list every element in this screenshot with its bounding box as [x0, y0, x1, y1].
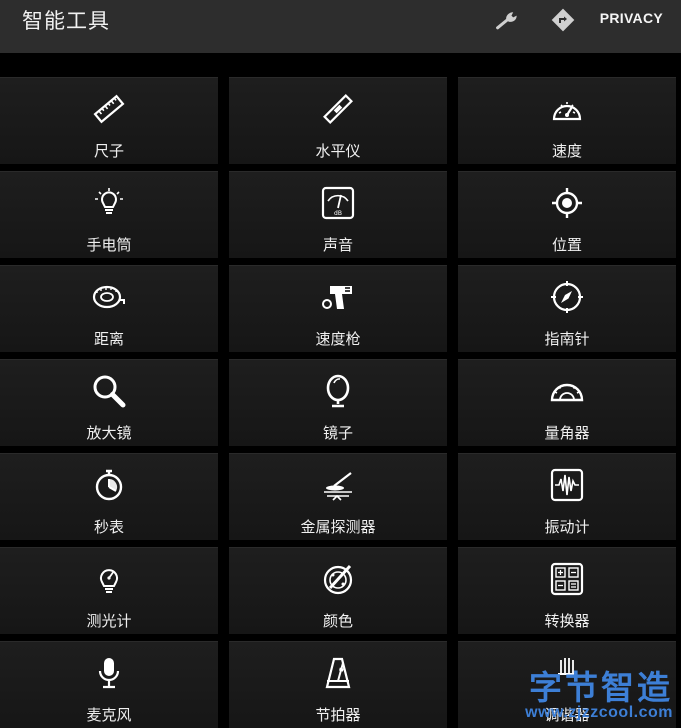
- tool-label: 量角器: [544, 424, 590, 442]
- tool-label: 节拍器: [315, 706, 361, 724]
- protractor-icon: [550, 383, 584, 402]
- mirror-icon: [326, 374, 350, 408]
- tool-label: 声音: [322, 236, 353, 254]
- tool-label: 转换器: [544, 612, 590, 630]
- metal-detector-icon: [324, 472, 352, 501]
- tool-distance[interactable]: 距离: [0, 265, 218, 352]
- tool-label: 金属探测器: [300, 518, 376, 536]
- tool-stopwatch[interactable]: 秒表: [0, 453, 218, 540]
- tool-vibrometer[interactable]: 振动计: [458, 453, 676, 540]
- ruler-icon: [93, 94, 125, 124]
- tool-ruler[interactable]: 尺子: [0, 77, 218, 164]
- vibrometer-icon: [550, 468, 584, 502]
- tool-label: 水平仪: [315, 142, 361, 160]
- speedometer-icon: [552, 102, 582, 121]
- tool-location[interactable]: 位置: [458, 171, 676, 258]
- speed-gun-icon: [322, 286, 352, 309]
- tool-label: 麦克风: [86, 706, 132, 724]
- sound-meter-icon: dB: [321, 186, 355, 220]
- watermark-title: 字节智造: [529, 669, 673, 706]
- tool-label: 尺子: [93, 142, 124, 160]
- tool-label: 颜色: [322, 612, 353, 630]
- tool-protractor[interactable]: 量角器: [458, 359, 676, 446]
- magnifier-icon: [93, 375, 126, 408]
- location-target-icon: [552, 188, 582, 218]
- tool-mirror[interactable]: 镜子: [229, 359, 447, 446]
- stopwatch-icon: [95, 469, 123, 501]
- tool-label: 秒表: [93, 518, 124, 536]
- tool-label: 位置: [551, 236, 582, 254]
- tool-label: 指南针: [544, 330, 590, 348]
- color-icon: [323, 564, 353, 595]
- watermark-url: www.zjzzcool.com: [525, 704, 673, 721]
- converter-icon: [550, 562, 584, 596]
- compass-icon: [551, 281, 583, 313]
- tool-speed[interactable]: 速度: [458, 77, 676, 164]
- tool-label: 振动计: [544, 518, 590, 536]
- tool-light-meter[interactable]: 测光计: [0, 547, 218, 634]
- light-meter-icon: [100, 569, 118, 593]
- tool-label: 速度: [551, 142, 582, 160]
- tool-converter[interactable]: 转换器: [458, 547, 676, 634]
- tool-microphone[interactable]: 麦克风: [0, 641, 218, 728]
- tool-color[interactable]: 颜色: [229, 547, 447, 634]
- directions-icon[interactable]: [550, 7, 576, 33]
- watermark: 字节智造 www.zjzzcool.com: [525, 671, 673, 721]
- wrench-icon[interactable]: [495, 7, 521, 33]
- microphone-icon: [98, 658, 120, 689]
- tool-compass[interactable]: 指南针: [458, 265, 676, 352]
- tool-sound[interactable]: dB 声音: [229, 171, 447, 258]
- tool-label: 放大镜: [86, 424, 132, 442]
- tape-measure-icon: [92, 285, 125, 309]
- tool-level[interactable]: 水平仪: [229, 77, 447, 164]
- tool-metronome[interactable]: 节拍器: [229, 641, 447, 728]
- tool-speed-gun[interactable]: 速度枪: [229, 265, 447, 352]
- bulb-icon: [95, 188, 123, 214]
- tool-magnifier[interactable]: 放大镜: [0, 359, 218, 446]
- level-icon: [323, 94, 353, 124]
- tool-label: 镜子: [322, 424, 353, 442]
- tool-metal-detector[interactable]: 金属探测器: [229, 453, 447, 540]
- tool-flashlight[interactable]: 手电筒: [0, 171, 218, 258]
- tool-label: 速度枪: [315, 330, 361, 348]
- metronome-icon: [325, 657, 351, 689]
- tool-label: 测光计: [86, 612, 132, 630]
- svg-text:dB: dB: [334, 210, 342, 217]
- privacy-button[interactable]: PRIVACY: [600, 10, 663, 26]
- app-bar: 智能工具 PRIVACY: [0, 0, 681, 53]
- app-title: 智能工具: [22, 9, 110, 33]
- tool-label: 距离: [93, 330, 124, 348]
- tool-label: 手电筒: [86, 236, 132, 254]
